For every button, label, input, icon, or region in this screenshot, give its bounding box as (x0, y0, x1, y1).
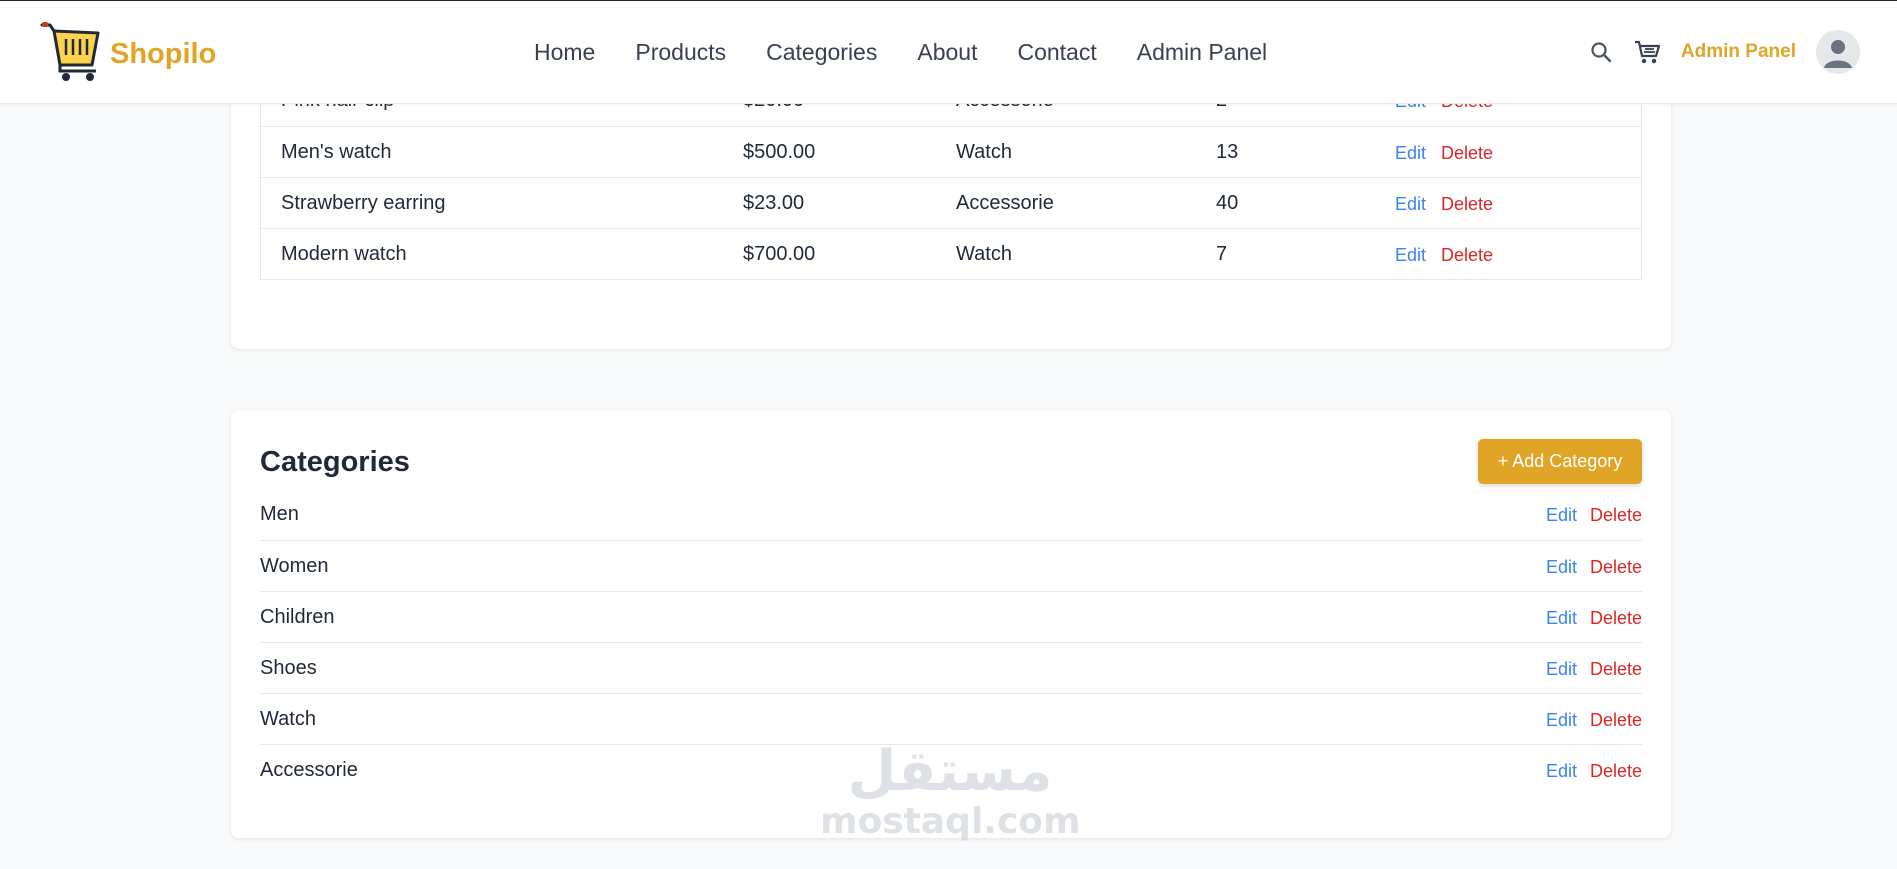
list-item: Accessorie Edit Delete (260, 744, 1642, 795)
header-actions: Admin Panel (1587, 30, 1860, 74)
list-item: Men Edit Delete (260, 489, 1642, 540)
table-row: Strawberry earring $23.00 Accessorie 40 … (261, 177, 1641, 228)
delete-product-button[interactable]: Delete (1441, 194, 1493, 215)
site-header: Shopilo Home Products Categories About C… (0, 0, 1897, 104)
main-nav: Home Products Categories About Contact A… (534, 39, 1307, 66)
table-row: Men's watch $500.00 Watch 13 Edit Delete (261, 126, 1641, 177)
brand-logo[interactable]: Shopilo (40, 21, 216, 88)
delete-category-button[interactable]: Delete (1590, 557, 1642, 578)
shopping-cart-logo-icon (40, 21, 104, 88)
product-category: Watch (956, 141, 1012, 163)
nav-about[interactable]: About (917, 39, 977, 66)
product-name: Strawberry earring (281, 192, 446, 214)
edit-category-button[interactable]: Edit (1546, 710, 1577, 731)
product-price: $500.00 (743, 141, 816, 163)
search-icon[interactable] (1587, 38, 1615, 66)
cart-icon[interactable] (1633, 38, 1661, 66)
product-stock: 40 (1216, 192, 1239, 214)
delete-category-button[interactable]: Delete (1590, 505, 1642, 526)
list-item: Watch Edit Delete (260, 693, 1642, 744)
edit-product-button[interactable]: Edit (1395, 245, 1426, 266)
edit-category-button[interactable]: Edit (1546, 557, 1577, 578)
products-table: Pink hair clip $20.00 Accessorie 2 Edit … (260, 74, 1642, 280)
category-name: Men (260, 503, 299, 525)
list-item: Children Edit Delete (260, 591, 1642, 642)
nav-admin-panel[interactable]: Admin Panel (1137, 39, 1267, 66)
brand-name: Shopilo (110, 38, 217, 70)
nav-contact[interactable]: Contact (1017, 39, 1096, 66)
nav-products[interactable]: Products (635, 39, 726, 66)
product-name: Modern watch (281, 243, 407, 265)
admin-panel-link[interactable]: Admin Panel (1681, 41, 1796, 63)
nav-categories[interactable]: Categories (766, 39, 877, 66)
category-name: Accessorie (260, 759, 358, 781)
product-category: Watch (956, 243, 1012, 265)
edit-category-button[interactable]: Edit (1546, 659, 1577, 680)
delete-product-button[interactable]: Delete (1441, 143, 1493, 164)
category-name: Shoes (260, 657, 317, 679)
delete-product-button[interactable]: Delete (1441, 245, 1493, 266)
edit-product-button[interactable]: Edit (1395, 143, 1426, 164)
delete-category-button[interactable]: Delete (1590, 608, 1642, 629)
product-stock: 7 (1216, 243, 1228, 265)
product-category: Accessorie (956, 192, 1054, 214)
edit-category-button[interactable]: Edit (1546, 608, 1577, 629)
delete-category-button[interactable]: Delete (1590, 659, 1642, 680)
categories-list: Men Edit Delete Women Edit Delete Childr… (260, 489, 1642, 795)
category-name: Women (260, 555, 329, 577)
product-price: $700.00 (743, 243, 816, 265)
category-name: Children (260, 606, 335, 628)
categories-card: Categories + Add Category Men Edit Delet… (231, 410, 1671, 838)
category-name: Watch (260, 708, 316, 730)
delete-category-button[interactable]: Delete (1590, 761, 1642, 782)
list-item: Shoes Edit Delete (260, 642, 1642, 693)
edit-category-button[interactable]: Edit (1546, 505, 1577, 526)
product-stock: 13 (1216, 141, 1239, 163)
add-category-button[interactable]: + Add Category (1478, 439, 1642, 484)
product-name: Men's watch (281, 141, 392, 163)
edit-category-button[interactable]: Edit (1546, 761, 1577, 782)
product-price: $23.00 (743, 192, 805, 214)
list-item: Women Edit Delete (260, 540, 1642, 591)
table-row: Modern watch $700.00 Watch 7 Edit Delete (261, 228, 1641, 279)
delete-category-button[interactable]: Delete (1590, 710, 1642, 731)
edit-product-button[interactable]: Edit (1395, 194, 1426, 215)
user-avatar[interactable] (1816, 30, 1860, 74)
categories-title: Categories (260, 446, 410, 478)
nav-home[interactable]: Home (534, 39, 595, 66)
